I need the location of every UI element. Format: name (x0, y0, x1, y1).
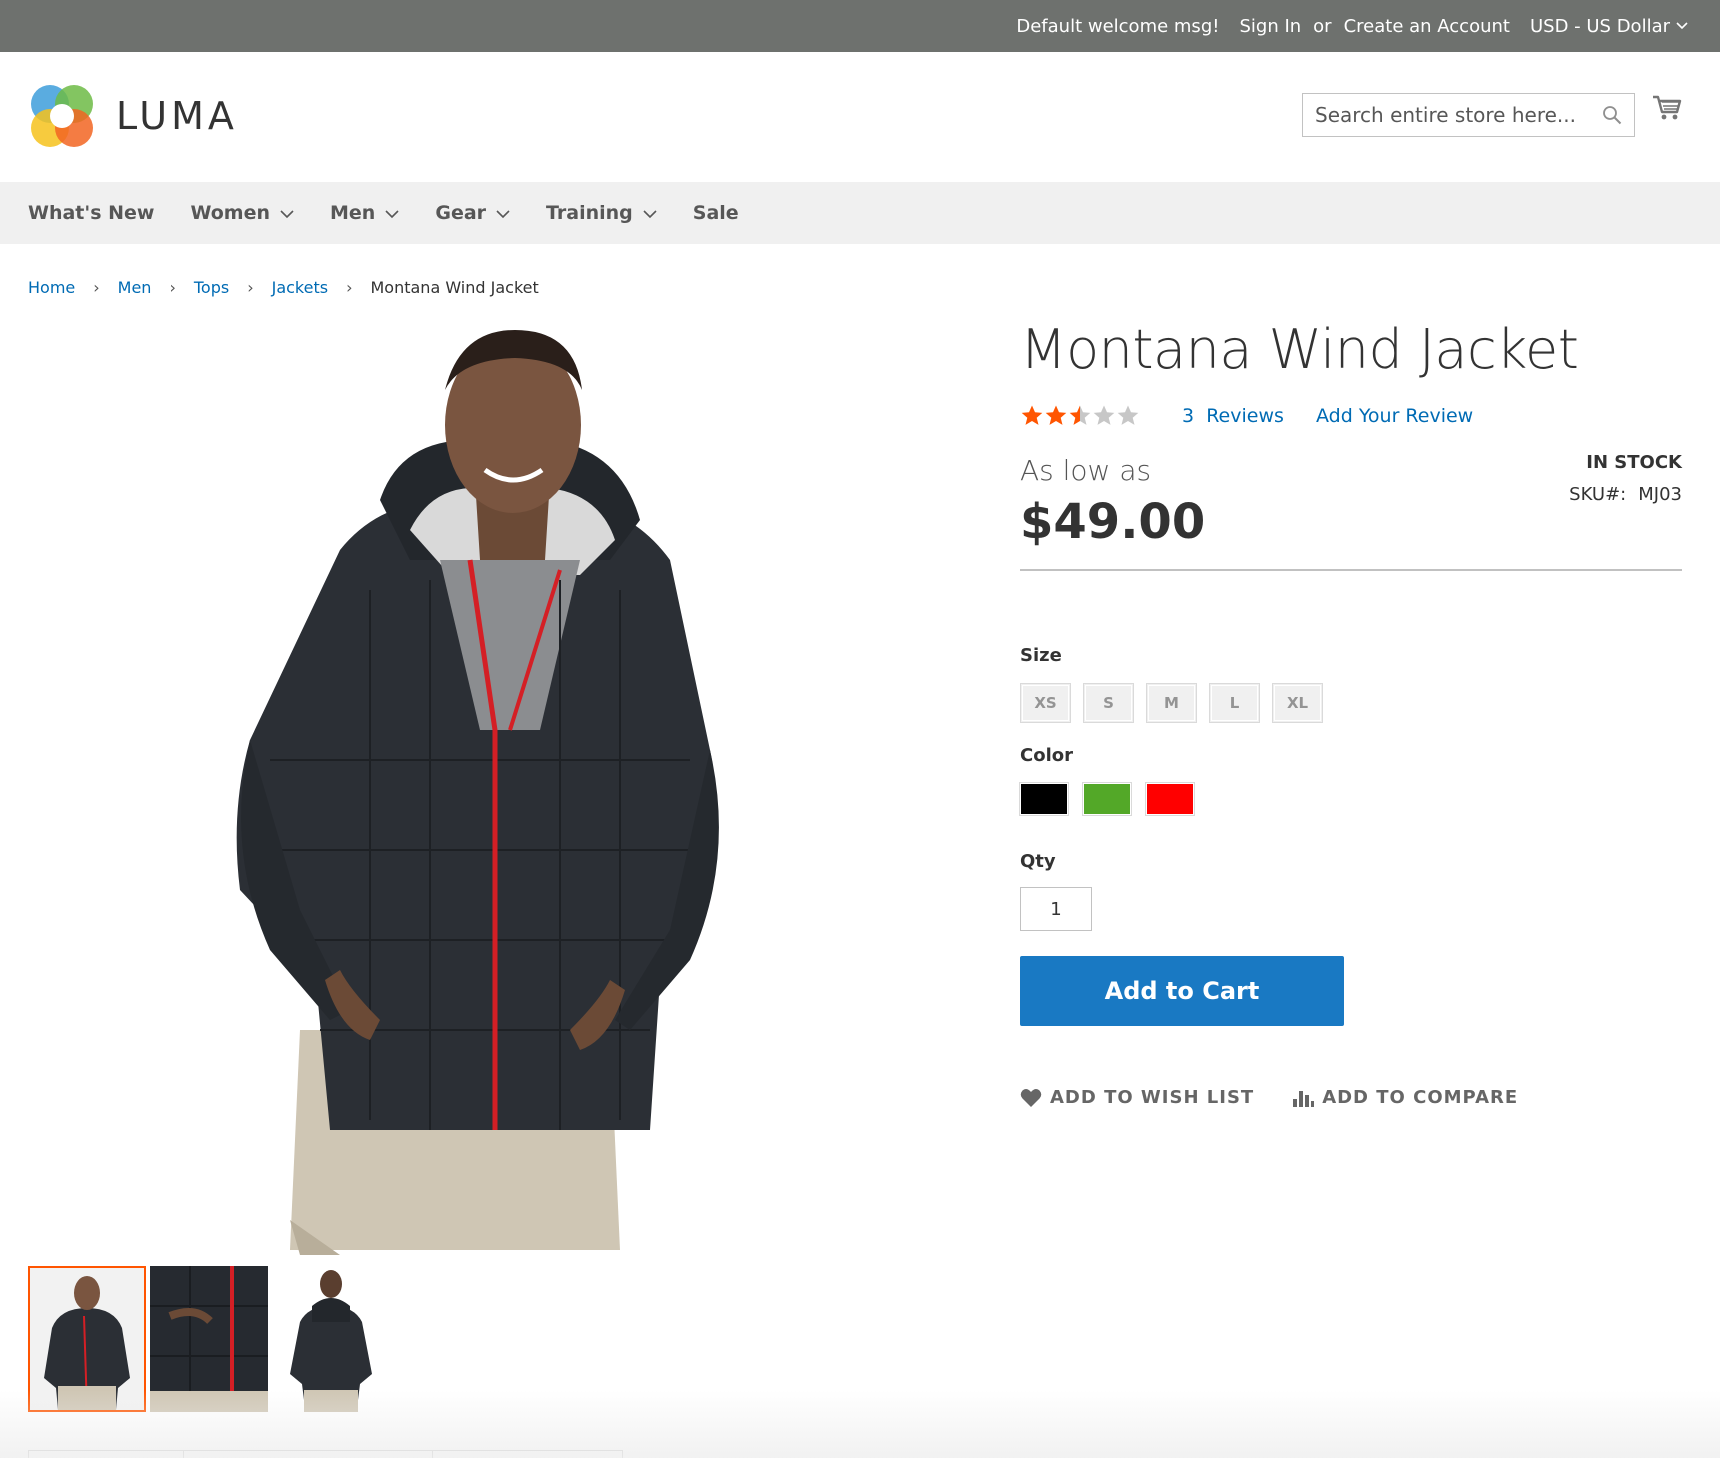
reviews-link[interactable]: 3 Reviews (1182, 405, 1284, 427)
nav-label: Gear (435, 202, 487, 224)
nav-item-sale[interactable]: Sale (693, 202, 739, 224)
breadcrumb-men[interactable]: Men (118, 278, 152, 297)
color-swatch-green[interactable] (1082, 782, 1132, 816)
logo[interactable]: LUMA (28, 82, 238, 150)
luma-logo-icon (31, 85, 93, 147)
currency-label: USD - US Dollar (1529, 15, 1670, 37)
reviews-label: Reviews (1206, 405, 1284, 427)
stock-status: IN STOCK (1586, 452, 1682, 473)
sku-label: SKU#: (1569, 484, 1627, 505)
product-actions: ADD TO WISH LIST ADD TO COMPARE (1020, 1087, 1518, 1108)
currency-switcher[interactable]: USD - US Dollar (1530, 16, 1688, 37)
size-option-s[interactable]: S (1083, 683, 1134, 723)
as-low-as-label: As low as (1020, 454, 1152, 487)
divider (1020, 569, 1682, 571)
chevron-right-icon: › (247, 278, 254, 297)
nav-item-gear[interactable]: Gear (435, 202, 510, 224)
nav-item-training[interactable]: Training (546, 202, 657, 224)
star-rating-icon (1021, 405, 1139, 425)
thumbnail-back[interactable] (272, 1266, 390, 1412)
reviews-count: 3 (1182, 405, 1195, 427)
welcome-message: Default welcome msg! (1016, 15, 1220, 37)
product-main-image[interactable] (230, 330, 790, 1255)
breadcrumb: Home › Men › Tops › Jackets › Montana Wi… (28, 278, 539, 297)
nav-item-women[interactable]: Women (190, 202, 294, 224)
size-options: XS S M L XL (1020, 683, 1323, 723)
nav-label: What's New (28, 202, 155, 224)
breadcrumb-current: Montana Wind Jacket (370, 278, 539, 297)
size-option-xl[interactable]: XL (1272, 683, 1323, 723)
chevron-right-icon: › (93, 278, 100, 297)
product-price: $49.00 (1020, 494, 1206, 550)
breadcrumb-tops[interactable]: Tops (194, 278, 229, 297)
main-navigation: What's New Women Men Gear Training Sale (0, 182, 1720, 244)
add-to-compare-link[interactable]: ADD TO COMPARE (1292, 1087, 1518, 1108)
rating-stars (1020, 404, 1140, 428)
top-links: Default welcome msg! Sign In or Create a… (1016, 0, 1688, 52)
thumbnail-strip (28, 1266, 390, 1412)
nav-item-men[interactable]: Men (330, 202, 399, 224)
logo-text: LUMA (116, 94, 238, 138)
add-to-cart-button[interactable]: Add to Cart (1020, 956, 1344, 1026)
size-option-xs[interactable]: XS (1020, 683, 1071, 723)
cart-icon[interactable] (1652, 94, 1682, 126)
create-account-link[interactable]: Create an Account (1344, 16, 1510, 37)
product-tabs-edge (28, 1450, 623, 1458)
chevron-down-icon (280, 209, 294, 218)
size-option-m[interactable]: M (1146, 683, 1197, 723)
add-to-wish-list-link[interactable]: ADD TO WISH LIST (1020, 1087, 1254, 1108)
sku-line: SKU#: MJ03 (1569, 484, 1682, 505)
header: LUMA (0, 52, 1720, 182)
nav-label: Men (330, 202, 376, 224)
search-input[interactable] (1315, 103, 1595, 127)
chevron-down-icon (1676, 22, 1688, 30)
chevron-right-icon: › (169, 278, 176, 297)
breadcrumb-home[interactable]: Home (28, 278, 75, 297)
nav-label: Training (546, 202, 633, 224)
size-option-l[interactable]: L (1209, 683, 1260, 723)
or-text: or (1313, 15, 1332, 37)
sku-value: MJ03 (1638, 484, 1682, 505)
top-bar: Default welcome msg! Sign In or Create a… (0, 0, 1720, 52)
nav-label: Women (190, 202, 271, 224)
thumbnail-detail[interactable] (150, 1266, 268, 1412)
heart-icon (1020, 1088, 1042, 1107)
color-label: Color (1020, 745, 1073, 766)
compare-chart-icon (1293, 1090, 1315, 1107)
wish-list-label: ADD TO WISH LIST (1050, 1087, 1255, 1108)
chevron-down-icon (643, 209, 657, 218)
search-box (1302, 93, 1635, 137)
qty-label: Qty (1020, 851, 1056, 872)
chevron-right-icon: › (346, 278, 353, 297)
color-options (1019, 782, 1195, 816)
nav-label: Sale (692, 202, 739, 224)
chevron-down-icon (496, 209, 510, 218)
nav-item-whats-new[interactable]: What's New (28, 202, 154, 224)
sign-in-link[interactable]: Sign In (1239, 16, 1301, 37)
search-icon[interactable] (1602, 105, 1622, 129)
qty-input[interactable] (1020, 887, 1092, 931)
color-swatch-black[interactable] (1019, 782, 1069, 816)
compare-label: ADD TO COMPARE (1322, 1087, 1519, 1108)
size-label: Size (1020, 645, 1062, 666)
thumbnail-front[interactable] (28, 1266, 146, 1412)
chevron-down-icon (385, 209, 399, 218)
color-swatch-red[interactable] (1145, 782, 1195, 816)
breadcrumb-jackets[interactable]: Jackets (272, 278, 328, 297)
add-review-link[interactable]: Add Your Review (1316, 405, 1473, 427)
product-title: Montana Wind Jacket (1020, 318, 1579, 381)
